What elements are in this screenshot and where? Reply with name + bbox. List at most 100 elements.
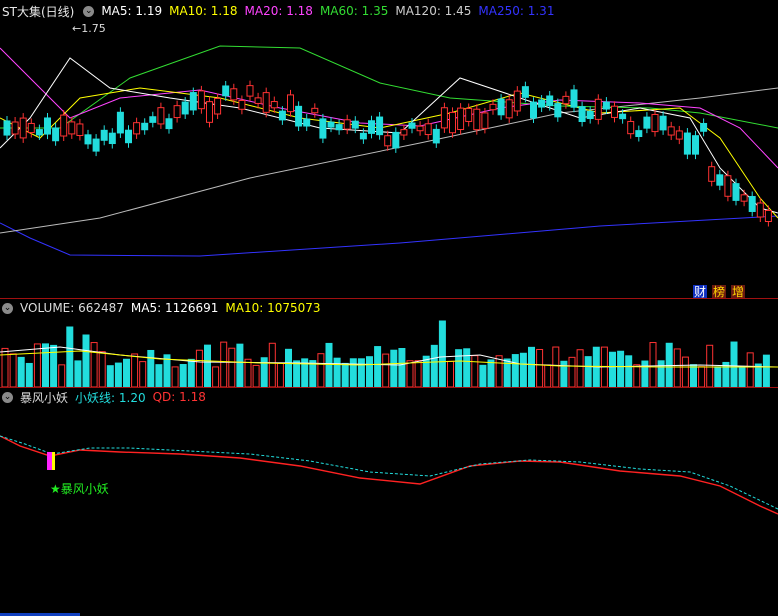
volume-bar [681,356,689,387]
candle-body [538,99,546,108]
candle-body [368,120,375,134]
candle-body [756,202,764,218]
candle-body [60,114,68,137]
volume-bar [366,356,373,387]
ma-legend-item: MA20: 1.18 [244,4,313,18]
ma250-line [0,215,778,257]
price-chart[interactable] [0,18,778,298]
chevron-down-icon[interactable]: ⌄ [2,391,13,403]
volume-bar [25,362,33,387]
candle-body [295,105,303,127]
candle-body [343,119,351,130]
volume-chart[interactable] [0,317,778,387]
volume-bar [147,349,155,387]
volume-value: VOLUME: 662487 [20,301,124,315]
candle-body [100,129,108,141]
volume-bar [762,354,770,387]
candle-body [619,113,627,120]
badge-1[interactable]: 榜 [712,285,727,299]
volume-bar [98,351,106,387]
volume-bar [576,349,584,387]
candle-body [449,111,456,134]
candle-body [748,196,756,212]
indicator-title: 暴风小妖 [20,390,69,405]
candle-body [133,122,141,135]
volume-bar [414,360,422,387]
volume-bar [422,355,430,387]
volume-bar [90,342,98,387]
volume-bar [463,348,471,387]
volume-bar [349,358,357,387]
candle-body [586,110,594,120]
badge-0[interactable]: 财 [693,285,708,299]
candle-body [530,101,537,119]
volume-bar [139,361,147,387]
candle-body [384,135,392,147]
volume-bar [58,364,66,387]
volume-bar [244,358,252,387]
candle-body [68,121,76,135]
volume-bar [17,356,25,387]
volume-bar [236,343,244,387]
indicator-chart[interactable] [0,406,778,616]
volume-bar [268,342,276,387]
volume-bar [357,358,365,387]
volume-bar [495,355,503,387]
volume-bar [317,353,325,387]
volume-bar [673,348,681,387]
chevron-down-icon[interactable]: ⌄ [2,302,13,314]
volume-bar [341,362,349,387]
candle-body [489,103,497,111]
volume-bar [552,346,560,387]
xiaoyao-line [0,435,778,510]
volume-bar [398,348,406,387]
badge-2[interactable]: 增 [731,285,746,299]
volume-bar [33,343,41,387]
signal-label: ★暴风小妖 [50,482,109,496]
candle-body [92,138,100,152]
volume-bar [633,364,641,387]
volume-bar [374,346,382,387]
candle-body [546,95,554,107]
volume-bar [528,346,535,387]
volume-bar [568,356,576,387]
candle-body [335,124,343,131]
candle-body [254,97,262,104]
candle-body [513,90,521,112]
candle-body [408,122,416,129]
volume-bar [195,349,203,387]
candle-body [116,111,124,134]
candle-body [238,99,246,110]
candle-body [197,90,205,110]
candle-body [497,98,505,116]
volume-ma5: MA5: 1126691 [130,301,219,315]
candle-body [392,131,400,149]
candle-body [635,130,643,138]
candle-body [465,107,473,122]
candle-body [578,106,586,123]
volume-bar [252,364,260,387]
chevron-down-icon[interactable]: ⌄ [83,5,95,17]
volume-bar [9,353,17,387]
volume-bar [617,350,625,387]
volume-bar [42,343,49,387]
volume-bar [187,358,195,387]
candle-body [287,94,294,113]
candle-body [424,123,432,136]
candle-body [764,209,772,223]
candle-body [214,97,222,115]
ma120-line [0,87,778,234]
candle-body [740,194,748,202]
volume-bar [609,351,616,387]
volume-bar [447,360,454,387]
candle-body [35,129,43,136]
candle-body [724,175,732,197]
candle-body [692,135,699,155]
candle-body [376,116,384,136]
ma-legend: MA5: 1.19 MA10: 1.18 MA20: 1.18 MA60: 1.35 M… [101,4,561,18]
ma-legend-item: MA10: 1.18 [169,4,238,18]
ma-legend-item: MA60: 1.35 [319,4,389,18]
candle-body [141,122,149,131]
volume-bar [50,344,58,387]
candle-body [3,120,11,136]
